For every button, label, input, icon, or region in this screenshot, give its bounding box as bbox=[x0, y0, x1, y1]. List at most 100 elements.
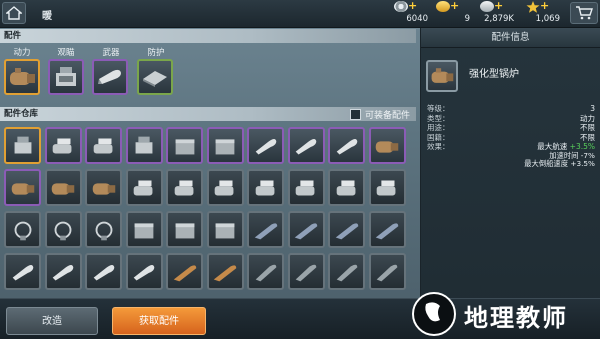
category-label-sight: 观瞄 bbox=[57, 48, 75, 58]
turret-part-icon bbox=[174, 180, 193, 195]
warehouse-slot[interactable] bbox=[4, 211, 41, 248]
shell-part-icon bbox=[133, 264, 155, 280]
boiler-part-icon bbox=[375, 140, 399, 153]
equippable-filter-label: 可装备配件 bbox=[364, 110, 410, 121]
warehouse-slot[interactable] bbox=[247, 211, 284, 248]
fan-part-icon bbox=[95, 221, 112, 240]
shell-part-icon bbox=[295, 138, 317, 154]
warehouse-slot[interactable] bbox=[368, 211, 406, 248]
warehouse-slot[interactable] bbox=[166, 211, 203, 248]
warehouse-slot[interactable] bbox=[4, 127, 41, 164]
turret-part-icon bbox=[295, 180, 315, 195]
equipped-slot-armor[interactable] bbox=[137, 59, 173, 95]
warehouse-slot[interactable] bbox=[247, 169, 284, 206]
boiler-part-icon bbox=[51, 182, 75, 195]
dshell-part-icon bbox=[336, 264, 357, 281]
fan-part-icon bbox=[54, 221, 72, 240]
warehouse-slot[interactable] bbox=[166, 169, 203, 206]
warehouse-slot[interactable] bbox=[206, 127, 244, 164]
warehouse-slot[interactable] bbox=[125, 211, 163, 248]
shell-part-icon bbox=[255, 138, 276, 154]
equipped-slot-weapon[interactable] bbox=[92, 59, 128, 95]
warehouse-slot[interactable] bbox=[206, 253, 244, 290]
warehouse-slot[interactable] bbox=[368, 169, 406, 206]
warehouse-slot[interactable] bbox=[328, 169, 365, 206]
warehouse-slot[interactable] bbox=[85, 253, 122, 290]
modify-button[interactable]: 改造 bbox=[6, 307, 98, 335]
page-title: 暖 bbox=[42, 11, 52, 22]
warehouse-slot[interactable] bbox=[166, 127, 203, 164]
equippable-filter[interactable]: 可装备配件 bbox=[349, 107, 410, 121]
warehouse-slot[interactable] bbox=[125, 169, 163, 206]
boiler-part-icon bbox=[11, 182, 34, 195]
radar-box-icon bbox=[56, 67, 76, 86]
shell-part-icon bbox=[336, 138, 357, 154]
warehouse-slot[interactable] bbox=[125, 253, 163, 290]
warehouse-slot[interactable] bbox=[368, 253, 406, 290]
warehouse-slot[interactable] bbox=[247, 253, 284, 290]
silver-icon bbox=[480, 1, 494, 12]
warehouse-slot[interactable] bbox=[328, 211, 365, 248]
warehouse-slot[interactable] bbox=[85, 127, 122, 164]
box-part-icon bbox=[175, 222, 194, 238]
bronze-part-icon bbox=[173, 264, 196, 281]
stat-value: 动力 bbox=[580, 113, 595, 123]
plus-icon: + bbox=[450, 0, 460, 12]
get-parts-button[interactable]: 获取配件 bbox=[112, 307, 206, 335]
warehouse-slot[interactable] bbox=[4, 253, 41, 290]
warehouse-slot[interactable] bbox=[125, 127, 163, 164]
part-info-header: 配件信息 bbox=[421, 28, 600, 48]
warehouse-slot[interactable] bbox=[287, 211, 325, 248]
stat-value: 不限 bbox=[580, 123, 595, 132]
star-value: 1,069 bbox=[535, 14, 560, 24]
home-button[interactable] bbox=[2, 2, 26, 24]
box-part-icon bbox=[175, 138, 194, 154]
radar-part-icon bbox=[135, 136, 153, 153]
dshell-part-icon bbox=[295, 264, 317, 281]
equippable-checkbox[interactable] bbox=[349, 108, 361, 120]
warehouse-slot[interactable] bbox=[85, 169, 122, 206]
warehouse-slot[interactable] bbox=[287, 169, 325, 206]
stat-nation: 国籍： 不限 bbox=[427, 133, 595, 143]
box-part-icon bbox=[215, 138, 235, 154]
watermark: 地理教师 bbox=[412, 290, 598, 339]
plus-icon: + bbox=[540, 0, 550, 12]
warehouse-slot[interactable] bbox=[85, 211, 122, 248]
turret-part-icon bbox=[255, 180, 274, 195]
warehouse-slot[interactable] bbox=[368, 127, 406, 164]
stat-type: 类型： 动力 bbox=[427, 114, 595, 124]
home-icon bbox=[6, 6, 22, 20]
warehouse-slot[interactable] bbox=[247, 127, 284, 164]
part-info-panel: 配件信息 强化型锅炉 等级： 3 类型： 动力 用途： 不限 国籍： 不限 效果… bbox=[420, 28, 600, 298]
shell-part-icon bbox=[93, 264, 114, 280]
warehouse-slot[interactable] bbox=[287, 253, 325, 290]
selected-part-icon bbox=[426, 60, 458, 92]
warehouse-slot[interactable] bbox=[4, 169, 41, 206]
turret-part-icon bbox=[214, 180, 234, 195]
plus-icon: + bbox=[408, 0, 418, 12]
shop-button[interactable] bbox=[570, 2, 598, 24]
warehouse-slot[interactable] bbox=[206, 211, 244, 248]
warehouse-slot[interactable] bbox=[166, 253, 203, 290]
selected-part-name: 强化型锅炉 bbox=[469, 69, 519, 80]
dshell-part-icon bbox=[376, 264, 398, 281]
boiler-icon bbox=[431, 68, 454, 83]
equipped-slot-sight[interactable] bbox=[48, 59, 84, 95]
warehouse-slot[interactable] bbox=[44, 211, 82, 248]
turret-part-icon bbox=[376, 180, 396, 195]
stat-label: 国籍： bbox=[427, 132, 450, 142]
warehouse-slot[interactable] bbox=[44, 169, 82, 206]
part-stats: 等级： 3 类型： 动力 用途： 不限 国籍： 不限 效果： 最大航速 +3.5… bbox=[427, 104, 595, 169]
warehouse-slot[interactable] bbox=[44, 127, 82, 164]
warehouse-slot[interactable] bbox=[44, 253, 82, 290]
turret-part-icon bbox=[52, 138, 72, 153]
warehouse-slot[interactable] bbox=[328, 127, 365, 164]
radar-part-icon bbox=[14, 136, 31, 153]
bronze-part-icon bbox=[213, 264, 237, 281]
resource-star[interactable]: + 1,069 bbox=[508, 0, 568, 28]
warehouse-slot[interactable] bbox=[206, 169, 244, 206]
stat-level: 等级： 3 bbox=[427, 104, 595, 114]
equipped-slot-power[interactable] bbox=[4, 59, 40, 95]
warehouse-slot[interactable] bbox=[328, 253, 365, 290]
warehouse-slot[interactable] bbox=[287, 127, 325, 164]
